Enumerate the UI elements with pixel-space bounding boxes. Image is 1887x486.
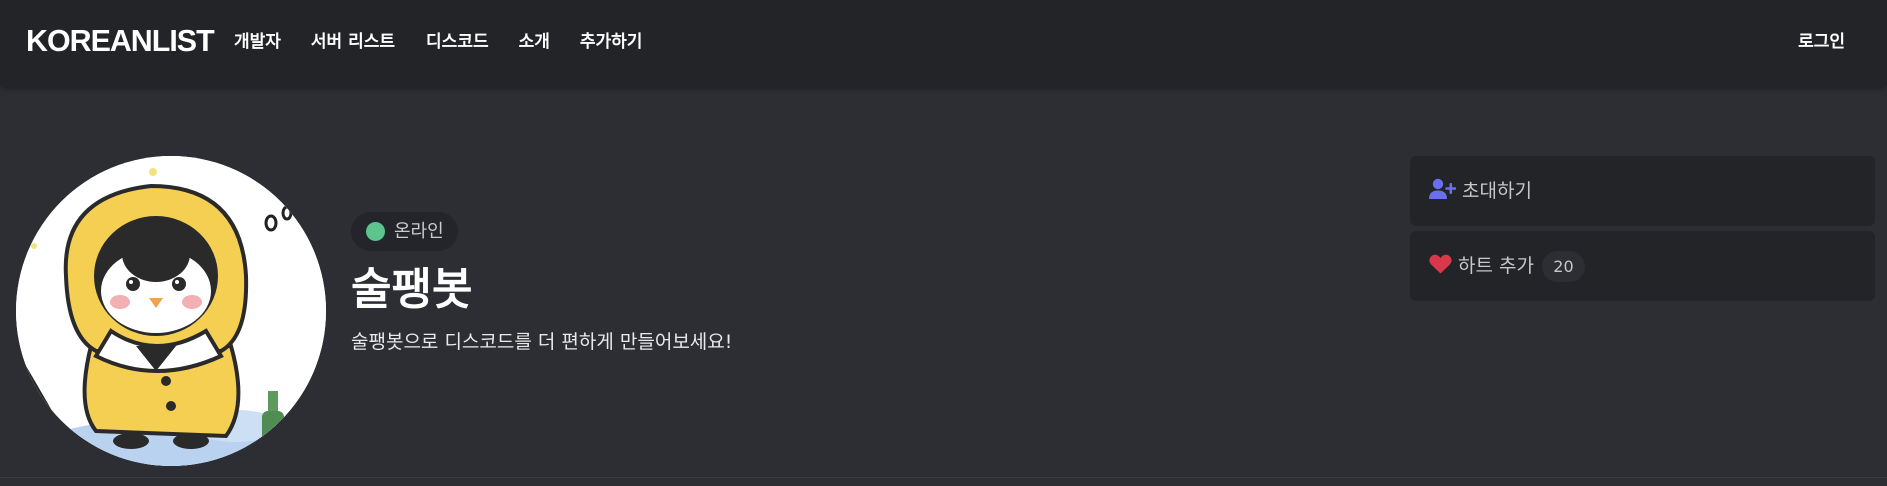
user-plus-icon xyxy=(1429,178,1457,204)
nav-link-discord[interactable]: 디스코드 xyxy=(426,30,489,54)
invite-button[interactable]: 초대하기 xyxy=(1410,156,1875,226)
nav-links: 개발자 서버 리스트 디스코드 소개 추가하기 xyxy=(234,30,672,54)
bot-info: 온라인 술팽봇 술팽봇으로 디스코드를 더 편하게 만들어보세요! xyxy=(351,212,732,355)
add-heart-label: 하트 추가 xyxy=(1458,255,1534,277)
login-link[interactable]: 로그인 xyxy=(1798,30,1845,54)
nav-link-developers[interactable]: 개발자 xyxy=(234,30,281,54)
invite-label: 초대하기 xyxy=(1462,180,1532,202)
status-badge: 온라인 xyxy=(351,212,458,251)
brand-logo[interactable]: KOREANLIST xyxy=(26,23,215,59)
online-status-dot-icon xyxy=(366,222,385,241)
nav-link-server-list[interactable]: 서버 리스트 xyxy=(311,30,395,54)
nav-link-add[interactable]: 추가하기 xyxy=(580,30,643,54)
bot-avatar xyxy=(16,156,326,466)
penguin-in-yellow-raincoat-avatar xyxy=(16,156,326,466)
heart-count-badge: 20 xyxy=(1541,250,1585,282)
status-text: 온라인 xyxy=(394,220,444,242)
nav-link-about[interactable]: 소개 xyxy=(519,30,550,54)
heart-icon xyxy=(1429,254,1452,278)
top-navbar: KOREANLIST 개발자 서버 리스트 디스코드 소개 추가하기 로그인 xyxy=(0,0,1887,86)
section-divider xyxy=(0,477,1887,478)
add-heart-button[interactable]: 하트 추가 20 xyxy=(1410,231,1875,301)
bot-name: 술팽봇 xyxy=(351,264,473,315)
bot-description: 술팽봇으로 디스코드를 더 편하게 만들어보세요! xyxy=(351,331,733,353)
